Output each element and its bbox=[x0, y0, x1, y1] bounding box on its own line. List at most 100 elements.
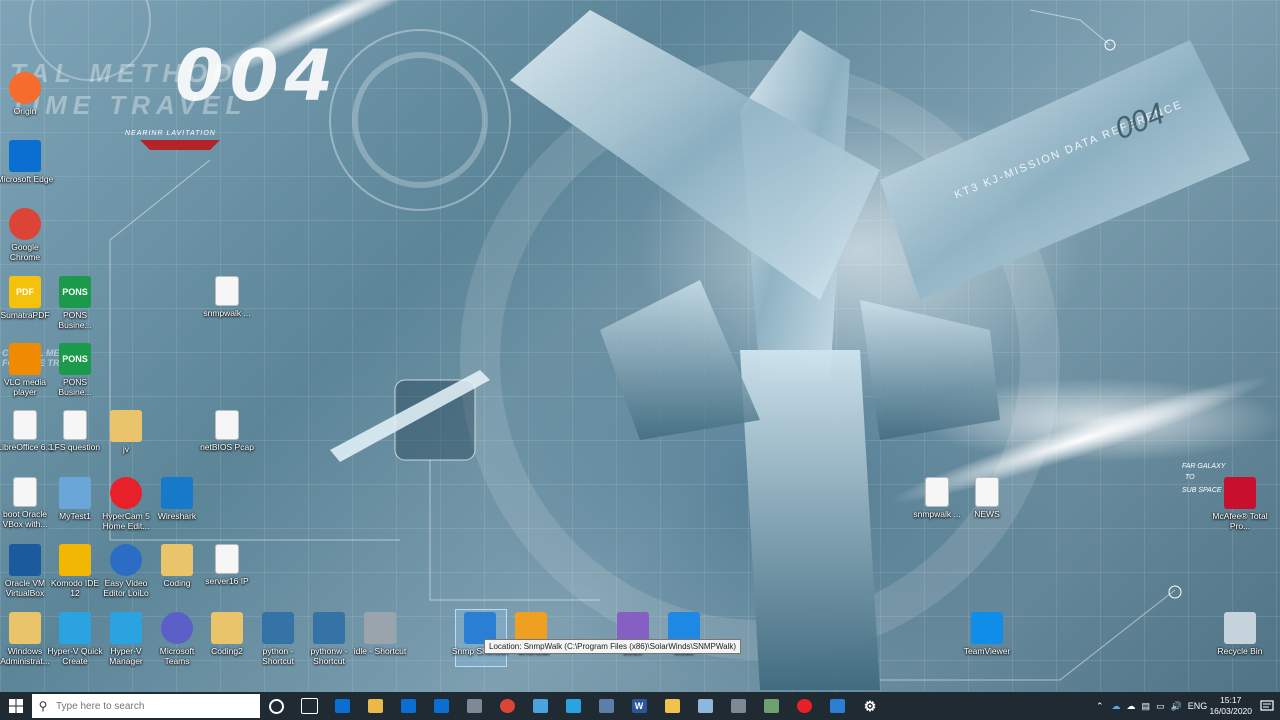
taskbar-app-explorer[interactable] bbox=[363, 695, 387, 717]
desktop-icon-pons2[interactable]: PONS PONS Busine... bbox=[46, 343, 104, 397]
desktop-icon-label: NEWS bbox=[974, 509, 1000, 519]
desktop-icon-server16[interactable]: server16 IP bbox=[198, 544, 256, 586]
desktop-icon-teamviewer[interactable]: TeamViewer bbox=[958, 612, 1016, 656]
desktop-icon-edge[interactable]: Microsoft Edge bbox=[0, 140, 54, 184]
folder-icon bbox=[367, 699, 383, 713]
remote-desktop-icon bbox=[598, 699, 614, 713]
taskbar-app-settings[interactable]: ⚙ bbox=[858, 695, 882, 717]
desktop-icon-coding2[interactable]: Coding2 bbox=[198, 612, 256, 656]
folder-icon bbox=[161, 544, 193, 576]
desktop-icon-recycle[interactable]: Recycle Bin bbox=[1211, 612, 1269, 656]
virtualbox-icon bbox=[9, 544, 41, 576]
admin-tools-icon bbox=[9, 612, 41, 644]
word-icon: W bbox=[631, 699, 647, 713]
taskbar-search-box[interactable]: ⚲ bbox=[32, 694, 260, 718]
document-icon bbox=[13, 410, 37, 440]
notification-icon[interactable] bbox=[1260, 699, 1274, 713]
desktop-icon-label: snmpwalk ... bbox=[203, 308, 251, 318]
record-icon bbox=[110, 477, 142, 509]
taskbar-app-unknown1[interactable] bbox=[462, 695, 486, 717]
pons1-glyph: PONS bbox=[62, 287, 88, 297]
edge-icon bbox=[9, 140, 41, 172]
desktop-icon-label: PONS Busine... bbox=[58, 310, 92, 330]
desktop-icon-label: idle - Shortcut bbox=[353, 646, 407, 656]
mcafee-icon bbox=[1224, 477, 1256, 509]
desktop-icon-hypervmgr[interactable]: Hyper-V Manager bbox=[97, 612, 155, 666]
desktop-icon-label: MyTest1 bbox=[59, 511, 91, 521]
desktop-icon-label: jv bbox=[122, 444, 130, 454]
taskbar-app-edge[interactable] bbox=[330, 695, 354, 717]
search-input[interactable] bbox=[54, 699, 248, 713]
taskbar-app-app3[interactable] bbox=[759, 695, 783, 717]
desktop-icon-label: LFS question bbox=[49, 442, 101, 452]
search-icon: ⚲ bbox=[38, 699, 48, 713]
taskbar-app-mail[interactable] bbox=[429, 695, 453, 717]
desktop-icon-hypercam[interactable]: HyperCam 5 Home Edit... bbox=[97, 477, 155, 531]
record-icon bbox=[796, 699, 812, 713]
folder-icon bbox=[110, 410, 142, 442]
snmpwalk-icon bbox=[829, 699, 845, 713]
app-icon bbox=[763, 699, 779, 713]
desktop-icon-komodo[interactable]: Komodo IDE 12 bbox=[46, 544, 104, 598]
network-icon[interactable]: ▤ bbox=[1142, 701, 1151, 712]
app-icon bbox=[730, 699, 746, 713]
taskbar-app-snmp[interactable] bbox=[825, 695, 849, 717]
display-icon[interactable]: ▭ bbox=[1156, 701, 1165, 712]
pons-icon: PONS bbox=[59, 276, 91, 308]
desktop-icon-wireshark[interactable]: Wireshark bbox=[148, 477, 206, 521]
taskbar-app-chrome[interactable] bbox=[495, 695, 519, 717]
taskbar-app-cortana[interactable] bbox=[264, 695, 288, 717]
start-button[interactable] bbox=[0, 692, 32, 720]
language-indicator[interactable]: ENG bbox=[1188, 701, 1208, 711]
desktop-icon-python[interactable]: python - Shortcut bbox=[249, 612, 307, 666]
chrome-icon bbox=[499, 699, 515, 713]
desktop-icon-pythonw[interactable]: pythonw - Shortcut bbox=[300, 612, 358, 666]
location-tooltip: Location: SnmpWalk (C:\Program Files (x8… bbox=[484, 639, 742, 654]
windows-logo-icon bbox=[9, 699, 23, 713]
desktop-icon-mcafee[interactable]: McAfee® Total Pro... bbox=[1211, 477, 1269, 531]
desktop-icon-news[interactable]: NEWS bbox=[958, 477, 1016, 519]
desktop-icon-chrome[interactable]: Google Chrome bbox=[0, 208, 54, 262]
mail-icon bbox=[433, 699, 449, 713]
taskbar-app-taskview[interactable] bbox=[297, 695, 321, 717]
shark-fin-icon bbox=[161, 477, 193, 509]
taskbar-app-network[interactable] bbox=[528, 695, 552, 717]
recycle-bin-icon bbox=[1224, 612, 1256, 644]
desktop-icon-idle[interactable]: idle - Shortcut bbox=[351, 612, 409, 656]
hyperv-icon bbox=[565, 699, 581, 713]
desktop-icon-jv[interactable]: jv bbox=[97, 410, 155, 454]
desktop-icon-netbios[interactable]: netBIOS Pcap bbox=[198, 410, 256, 452]
python-icon bbox=[313, 612, 345, 644]
clock[interactable]: 15:17 16/03/2020 bbox=[1209, 695, 1252, 717]
desktop-icon-origin[interactable]: Origin bbox=[0, 72, 54, 116]
idle-icon bbox=[364, 612, 396, 644]
desktop-icon-label: Hyper-V Manager bbox=[109, 646, 143, 666]
desktop-icon-lfs[interactable]: LFS question bbox=[46, 410, 104, 452]
desktop-icon-label: python - Shortcut bbox=[262, 646, 294, 666]
folder-icon bbox=[211, 612, 243, 644]
document-icon bbox=[13, 477, 37, 507]
document-icon bbox=[925, 477, 949, 507]
taskbar-app-rdp[interactable] bbox=[594, 695, 618, 717]
desktop-icon-hypervquick[interactable]: Hyper-V Quick Create bbox=[46, 612, 104, 666]
desktop-icon-easyvideo[interactable]: Easy Video Editor LoiLo bbox=[97, 544, 155, 598]
onedrive-cloud-icon[interactable]: ☁ bbox=[1112, 701, 1121, 712]
taskbar-app-app2[interactable] bbox=[726, 695, 750, 717]
taskbar: ⚲ W ⚙ ⌃ ☁ ☁ ▤ ▭ 🔊 ENG 15:17 16/03/2020 bbox=[0, 692, 1280, 720]
volume-icon[interactable]: 🔊 bbox=[1171, 701, 1182, 712]
pons-icon: PONS bbox=[59, 343, 91, 375]
taskbar-app-hyperv[interactable] bbox=[561, 695, 585, 717]
desktop-icon-snmpwalk1[interactable]: snmpwalk ... bbox=[198, 276, 256, 318]
desktop[interactable]: 004 TAL METHOD TIME TRAVEL NEARINR LAVIT… bbox=[0, 0, 1280, 692]
sticky-notes-icon bbox=[664, 699, 680, 713]
onedrive-cloud-icon-2[interactable]: ☁ bbox=[1127, 701, 1136, 712]
teams-icon bbox=[161, 612, 193, 644]
tray-overflow-chevron-icon[interactable]: ⌃ bbox=[1096, 701, 1104, 712]
taskbar-app-store[interactable] bbox=[396, 695, 420, 717]
taskbar-app-word[interactable]: W bbox=[627, 695, 651, 717]
desktop-icon-mytest[interactable]: MyTest1 bbox=[46, 477, 104, 521]
taskbar-app-notepad[interactable] bbox=[693, 695, 717, 717]
desktop-icon-pons1[interactable]: PONS PONS Busine... bbox=[46, 276, 104, 330]
taskbar-app-recorder[interactable] bbox=[792, 695, 816, 717]
taskbar-app-sticky[interactable] bbox=[660, 695, 684, 717]
